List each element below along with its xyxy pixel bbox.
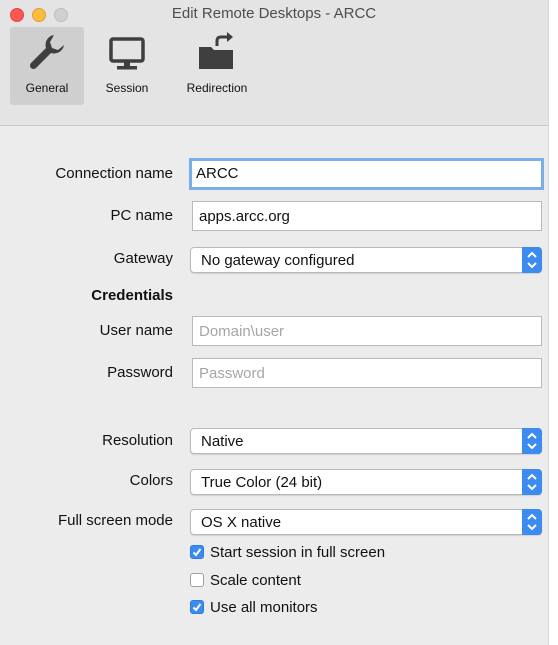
checkmark-icon [190,600,204,614]
pc-name-label: PC name [110,207,173,224]
tab-redirection[interactable]: Redirection [174,27,260,105]
gateway-label: Gateway [113,250,173,267]
full-screen-mode-label: Full screen mode [57,512,173,529]
select-chevron-icon [522,247,542,273]
resolution-value: Native [201,433,244,450]
password-placeholder: Password [199,365,265,382]
user-name-field[interactable]: Domain\user [192,316,542,346]
tab-redirection-label: Redirection [186,81,248,95]
wrench-icon [25,31,69,75]
monitor-icon [105,31,149,75]
tab-session-label: Session [105,81,149,95]
folder-redirect-icon [195,31,239,75]
full-screen-mode-value: OS X native [201,514,282,531]
gateway-select[interactable]: No gateway configured [190,247,542,273]
connection-name-field[interactable]: ARCC [189,158,544,190]
pc-name-value: apps.arcc.org [199,208,290,225]
title-toolbar-area: Edit Remote Desktops - ARCC General Sess… [0,0,548,126]
select-chevron-icon [522,469,542,495]
tab-session[interactable]: Session [96,27,158,105]
colors-label: Colors [129,472,173,489]
pc-name-field[interactable]: apps.arcc.org [192,201,542,231]
resolution-label: Resolution [102,432,173,449]
scale-content-checkbox[interactable]: Scale content [190,572,301,589]
edit-remote-desktops-window: Edit Remote Desktops - ARCC General Sess… [0,0,549,645]
checkbox-empty-icon [190,573,204,587]
resolution-select[interactable]: Native [190,428,542,454]
password-label: Password [107,364,173,381]
use-all-monitors-label: Use all monitors [210,599,318,616]
use-all-monitors-checkbox[interactable]: Use all monitors [190,599,318,616]
connection-name-value: ARCC [196,165,239,182]
checkmark-icon [190,545,204,559]
credentials-heading: Credentials [91,287,173,304]
start-fullscreen-label: Start session in full screen [210,544,386,561]
gateway-value: No gateway configured [201,252,355,269]
start-fullscreen-checkbox[interactable]: Start session in full screen [190,544,385,561]
password-field[interactable]: Password [192,358,542,388]
scale-content-label: Scale content [210,572,301,589]
connection-name-label: Connection name [55,165,173,182]
colors-value: True Color (24 bit) [201,474,323,491]
colors-select[interactable]: True Color (24 bit) [190,469,542,495]
tab-general-label: General [25,81,69,95]
tab-general[interactable]: General [10,27,84,105]
full-screen-mode-select[interactable]: OS X native [190,509,542,535]
user-name-label: User name [99,322,173,339]
select-chevron-icon [522,509,542,535]
window-title: Edit Remote Desktops - ARCC [171,5,377,22]
select-chevron-icon [522,428,542,454]
user-name-placeholder: Domain\user [199,323,285,340]
